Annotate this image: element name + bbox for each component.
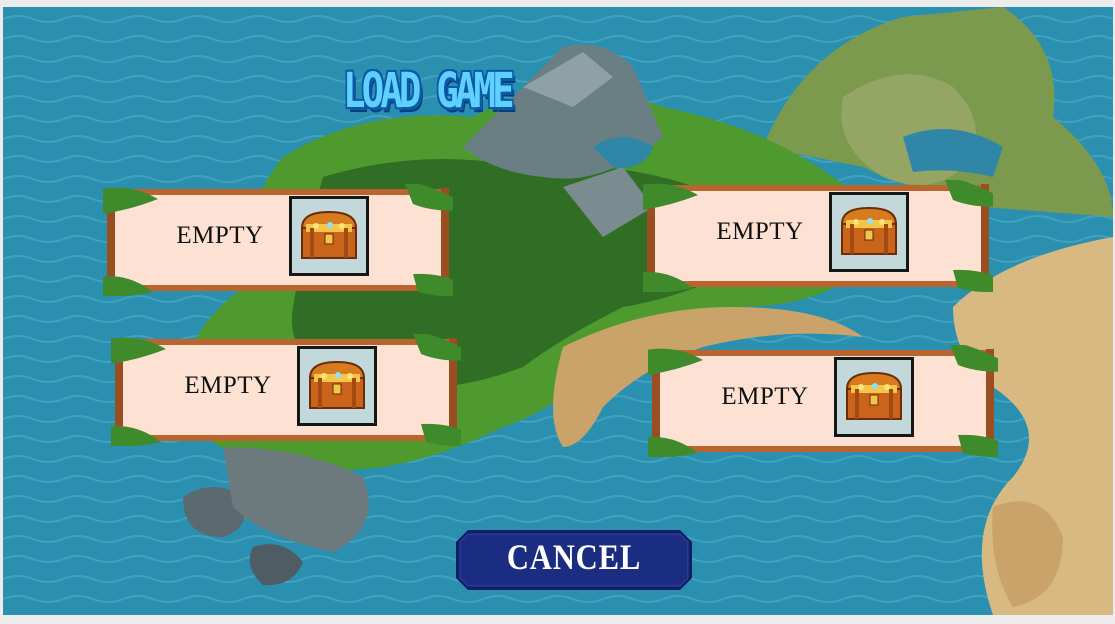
save-slot-label: EMPTY: [184, 372, 272, 399]
island-map-background: [3, 7, 1113, 615]
save-slot-4[interactable]: EMPTY: [648, 345, 998, 457]
cancel-button[interactable]: CANCEL: [456, 530, 692, 590]
cancel-label: CANCEL: [506, 537, 642, 577]
save-slot-label: EMPTY: [716, 218, 804, 245]
save-slot-2[interactable]: EMPTY: [643, 180, 993, 292]
save-slot-1[interactable]: EMPTY: [103, 184, 453, 296]
save-slot-label: EMPTY: [721, 383, 809, 410]
treasure-chest-icon: [834, 357, 914, 437]
save-slot-3[interactable]: EMPTY: [111, 334, 461, 446]
load-game-title: LOAD GAME: [343, 63, 515, 119]
save-slot-label: EMPTY: [176, 222, 264, 249]
treasure-chest-icon: [297, 346, 377, 426]
game-screen: LOAD GAME EMPTY EMPTY EMPTY EMPTY CANCEL: [3, 7, 1113, 615]
treasure-chest-icon: [289, 196, 369, 276]
treasure-chest-icon: [829, 192, 909, 272]
